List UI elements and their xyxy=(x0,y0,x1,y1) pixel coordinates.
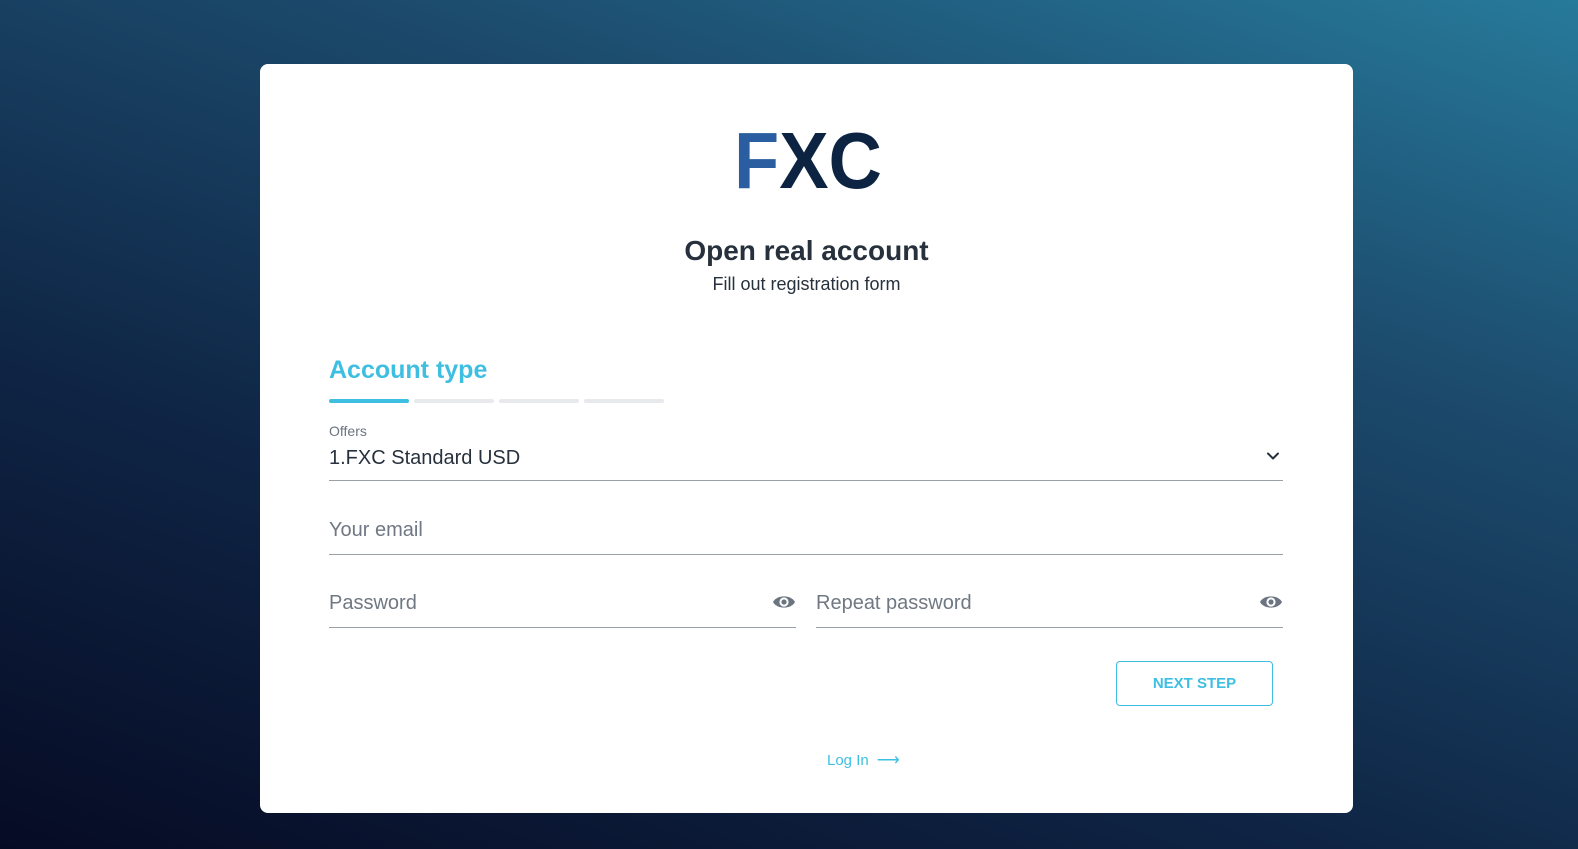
step-indicator-2 xyxy=(414,399,494,403)
page-title: Open real account xyxy=(684,235,929,266)
step-progress xyxy=(329,399,664,403)
password-field[interactable]: Password xyxy=(329,574,796,628)
password-placeholder[interactable]: Password xyxy=(329,592,417,615)
login-label[interactable]: Log In xyxy=(827,752,869,769)
page-subtitle: Fill out registration form xyxy=(712,274,901,294)
step-indicator-3 xyxy=(499,399,579,403)
repeat-password-field[interactable]: Repeat password xyxy=(816,574,1283,628)
step-title: Account type xyxy=(329,356,488,384)
step-indicator-4 xyxy=(584,399,664,403)
arrow-right-icon: ⟶ xyxy=(876,752,900,769)
eye-icon[interactable] xyxy=(1259,592,1283,612)
chevron-down-icon[interactable] xyxy=(1265,448,1281,464)
registration-card: FXC Open real account Fill out registrat… xyxy=(260,64,1353,813)
eye-icon[interactable] xyxy=(772,592,796,612)
logo-text: FXC xyxy=(734,124,882,196)
email-field[interactable]: Your email xyxy=(329,501,1283,555)
fxc-logo: FXC xyxy=(734,124,882,196)
login-link[interactable]: Log In ⟶ xyxy=(827,750,900,770)
step-indicator-1 xyxy=(329,399,409,403)
email-placeholder[interactable]: Your email xyxy=(329,519,423,542)
next-step-button[interactable]: NEXT STEP xyxy=(1116,661,1273,706)
offers-value[interactable]: 1.FXC Standard USD xyxy=(329,447,520,470)
repeat-password-placeholder[interactable]: Repeat password xyxy=(816,592,972,615)
offers-select[interactable]: Offers 1.FXC Standard USD xyxy=(329,421,1283,481)
offers-label: Offers xyxy=(329,423,367,439)
